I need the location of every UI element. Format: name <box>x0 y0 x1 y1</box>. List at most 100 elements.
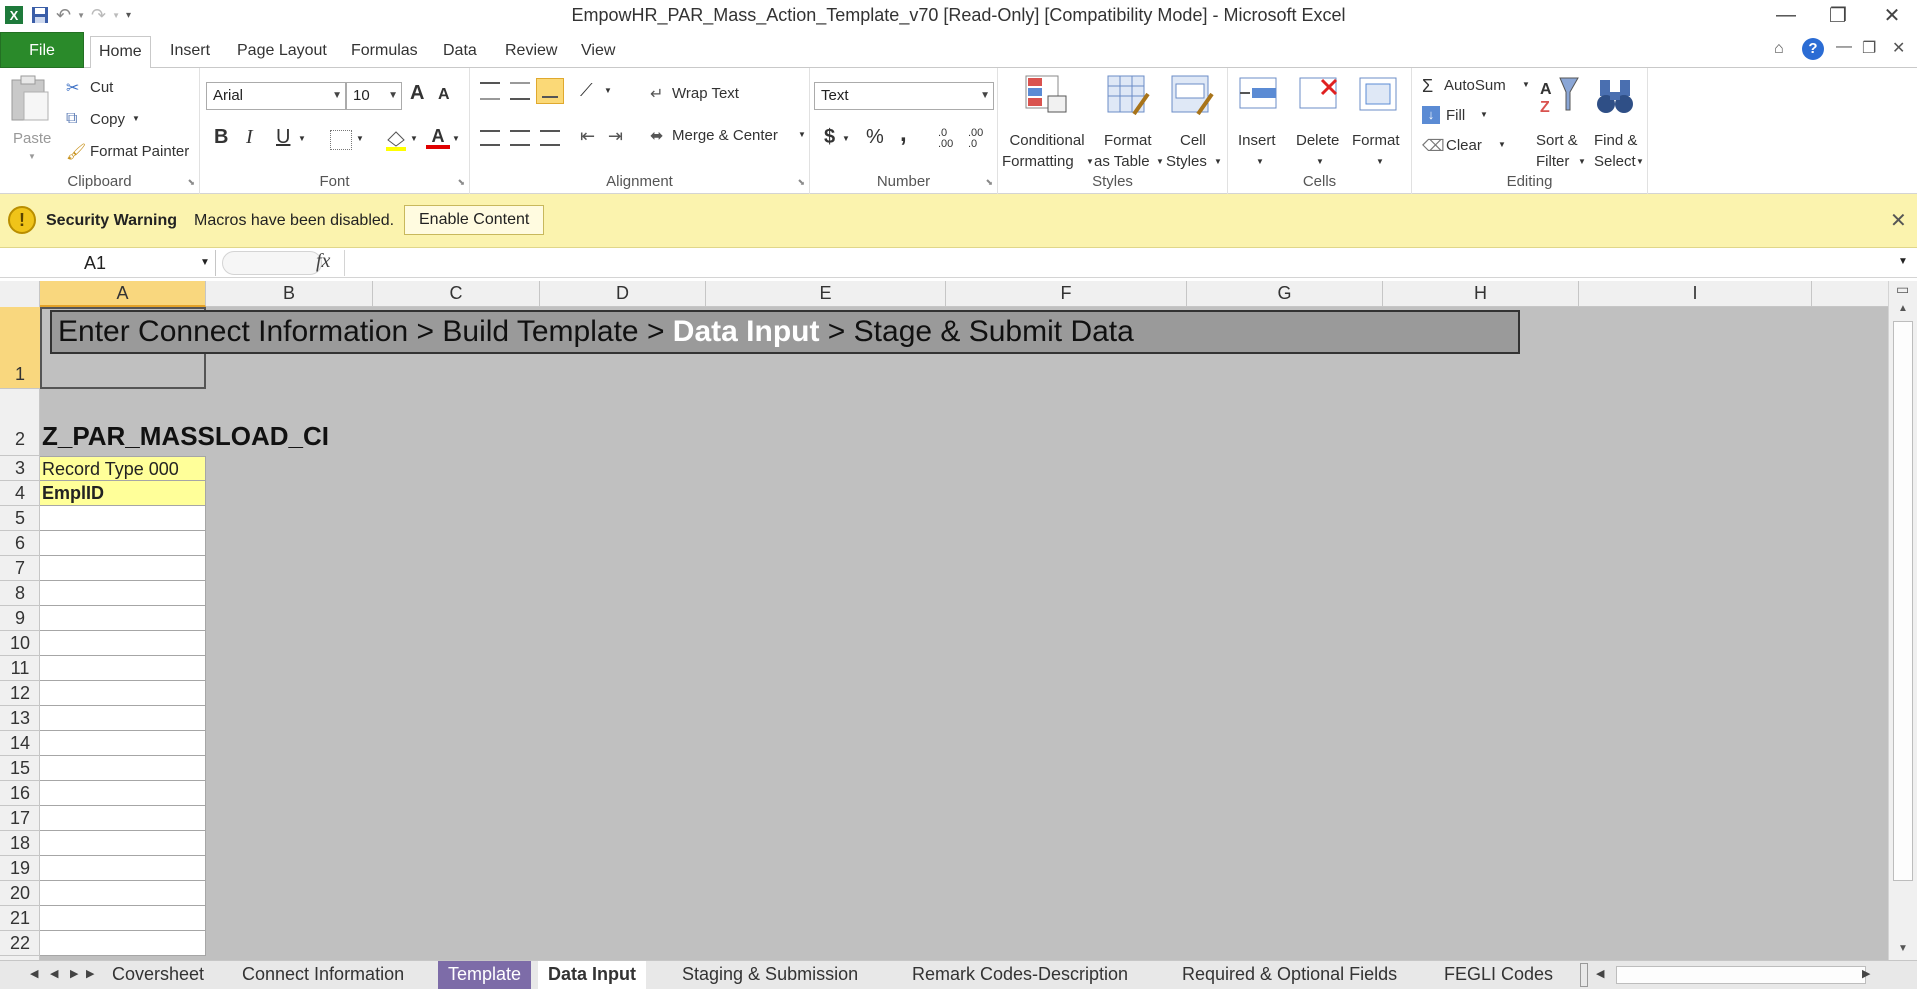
clear-button[interactable]: ⌫ Clear ▼ <box>1422 136 1512 158</box>
row-header-4[interactable]: 4 <box>0 481 40 506</box>
bold-button[interactable]: B <box>214 126 228 149</box>
row-header-9[interactable]: 9 <box>0 606 40 631</box>
align-center-icon[interactable] <box>510 130 530 146</box>
row-header-6[interactable]: 6 <box>0 531 40 556</box>
font-launcher-icon[interactable]: ⬊ <box>457 177 465 188</box>
data-cell[interactable] <box>40 631 206 656</box>
number-format-combo[interactable]: Text ▼ <box>814 82 994 110</box>
split-box-icon[interactable]: ▭ <box>1896 281 1909 298</box>
autosum-button[interactable]: Σ AutoSum ▼ <box>1422 76 1530 98</box>
next-sheet-icon[interactable]: ▶ <box>70 967 78 980</box>
fill-button[interactable]: ↓ Fill ▼ <box>1422 106 1502 128</box>
shrink-font-button[interactable]: A <box>438 86 450 104</box>
formula-bar-resize-handle[interactable] <box>222 251 322 275</box>
number-launcher-icon[interactable]: ⬊ <box>985 177 993 188</box>
restore-icon[interactable]: ❐ <box>1818 2 1858 28</box>
sheet-tab-required-optional-fields[interactable]: Required & Optional Fields <box>1172 961 1407 989</box>
data-cell[interactable] <box>40 556 206 581</box>
wrap-text-button[interactable]: ↵ Wrap Text <box>650 84 810 106</box>
row-header-11[interactable]: 11 <box>0 656 40 681</box>
font-name-combo[interactable]: Arial ▼ <box>206 82 346 110</box>
record-type-cell[interactable]: Record Type 000 <box>40 456 206 481</box>
workbook-close-icon[interactable]: ✕ <box>1892 38 1905 58</box>
conditional-formatting-button[interactable]: Conditional Formatting ▼ <box>1002 74 1094 170</box>
row-header-16[interactable]: 16 <box>0 781 40 806</box>
column-header-h[interactable]: H <box>1383 281 1579 307</box>
cell-styles-button[interactable]: Cell Styles ▼ <box>1166 74 1224 170</box>
name-box[interactable]: A1 ▼ <box>0 250 216 276</box>
align-bottom-icon[interactable] <box>536 78 564 104</box>
minimize-icon[interactable]: — <box>1766 2 1806 28</box>
currency-dropdown-icon[interactable]: ▼ <box>842 134 850 143</box>
tab-home[interactable]: Home <box>90 36 151 69</box>
italic-button[interactable]: I <box>246 126 253 149</box>
data-cell[interactable] <box>40 506 206 531</box>
row-header-21[interactable]: 21 <box>0 906 40 931</box>
column-header-b[interactable]: B <box>206 281 373 307</box>
column-header-f[interactable]: F <box>946 281 1187 307</box>
row-header-10[interactable]: 10 <box>0 631 40 656</box>
vertical-scrollbar[interactable]: ▭ ▲ ▼ <box>1888 281 1917 960</box>
clipboard-launcher-icon[interactable]: ⬊ <box>187 177 195 188</box>
help-icon[interactable]: ? <box>1802 38 1824 60</box>
row-header-8[interactable]: 8 <box>0 581 40 606</box>
row-header-12[interactable]: 12 <box>0 681 40 706</box>
data-cell[interactable] <box>40 831 206 856</box>
data-cell[interactable] <box>40 806 206 831</box>
workbook-restore-icon[interactable]: ❐ <box>1862 38 1876 58</box>
tab-insert[interactable]: Insert <box>162 36 218 68</box>
data-cell[interactable] <box>40 681 206 706</box>
align-left-icon[interactable] <box>480 130 500 146</box>
row-header-1[interactable]: 1 <box>0 307 40 389</box>
scroll-right-icon[interactable]: ▶ <box>1862 967 1870 980</box>
decrease-indent-icon[interactable]: ⇤ <box>580 126 595 147</box>
borders-dropdown-icon[interactable]: ▼ <box>356 134 364 143</box>
minimize-ribbon-icon[interactable]: ⌂ <box>1774 40 1784 58</box>
align-top-icon[interactable] <box>480 82 500 100</box>
tab-page-layout[interactable]: Page Layout <box>229 36 335 68</box>
data-cell[interactable] <box>40 931 206 956</box>
column-header-i[interactable]: I <box>1579 281 1812 307</box>
sheet-tab-template[interactable]: Template <box>438 961 532 989</box>
copy-button[interactable]: ⧉ Copy ▼ <box>66 110 156 132</box>
format-painter-button[interactable]: 🖌 Format Painter <box>66 142 196 164</box>
paste-button[interactable]: Paste ▼ <box>8 74 56 164</box>
fill-color-dropdown-icon[interactable]: ▼ <box>410 134 418 143</box>
sheet-tab-staging-submission[interactable]: Staging & Submission <box>672 961 868 989</box>
sort-filter-button[interactable]: AZ Sort & Filter ▼ <box>1530 74 1588 170</box>
horizontal-scroll-thumb[interactable] <box>1616 966 1866 984</box>
alignment-launcher-icon[interactable]: ⬊ <box>797 177 805 188</box>
increase-decimal-button[interactable]: .0 .00 <box>938 128 962 150</box>
font-color-icon[interactable]: A <box>426 126 450 149</box>
row-header-14[interactable]: 14 <box>0 731 40 756</box>
data-cell[interactable] <box>40 881 206 906</box>
row-header-2[interactable]: 2 <box>0 389 40 456</box>
row-header-22[interactable]: 22 <box>0 931 40 956</box>
insert-cells-button[interactable]: Insert ▼ <box>1232 74 1288 170</box>
sheet-tab-fegli-codes[interactable]: FEGLI Codes <box>1434 961 1563 989</box>
row-header-17[interactable]: 17 <box>0 806 40 831</box>
data-cell[interactable] <box>40 581 206 606</box>
row-header-18[interactable]: 18 <box>0 831 40 856</box>
decrease-decimal-button[interactable]: .00 .0 <box>968 128 992 150</box>
orientation-icon[interactable]: ⟋ <box>580 80 593 101</box>
column-header-a[interactable]: A <box>40 281 206 307</box>
column-header-d[interactable]: D <box>540 281 706 307</box>
data-cell[interactable] <box>40 856 206 881</box>
find-select-button[interactable]: Find & Select ▼ <box>1588 74 1646 170</box>
data-cell[interactable] <box>40 906 206 931</box>
row-header-19[interactable]: 19 <box>0 856 40 881</box>
vertical-scroll-thumb[interactable] <box>1893 321 1913 881</box>
emplid-header-cell[interactable]: EmplID <box>40 481 206 506</box>
data-cell[interactable] <box>40 756 206 781</box>
data-cell[interactable] <box>40 706 206 731</box>
underline-dropdown-icon[interactable]: ▼ <box>298 134 306 143</box>
tab-data[interactable]: Data <box>435 36 485 68</box>
insert-function-button[interactable]: fx <box>316 250 330 273</box>
scroll-left-icon[interactable]: ◀ <box>1596 967 1604 980</box>
tab-file[interactable]: File <box>0 32 84 68</box>
underline-button[interactable]: U <box>276 126 290 149</box>
fill-color-icon[interactable] <box>384 128 408 156</box>
orientation-dropdown-icon[interactable]: ▼ <box>604 86 612 95</box>
column-header-e[interactable]: E <box>706 281 946 307</box>
